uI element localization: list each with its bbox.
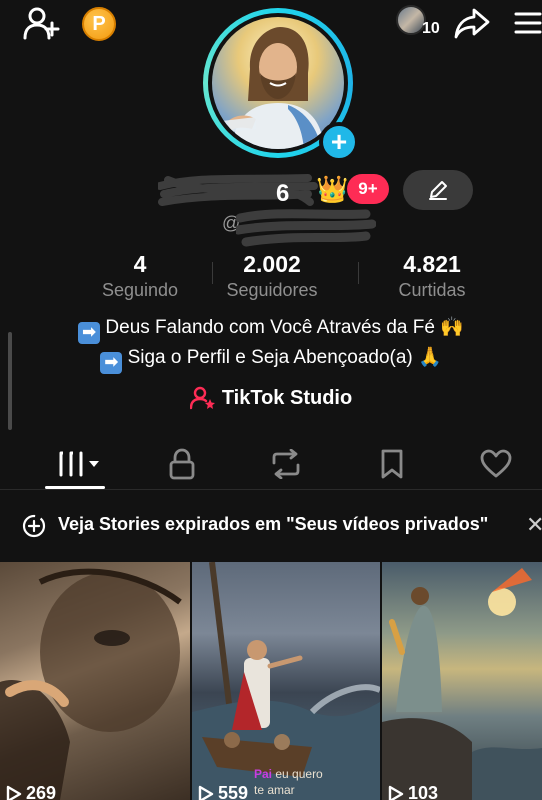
- bio-text-1: Deus Falando com Você Através da Fé 🙌: [105, 317, 464, 338]
- pencil-icon: [429, 181, 447, 200]
- add-story-button[interactable]: +: [319, 122, 359, 162]
- followers-count: 2.002: [243, 251, 301, 277]
- bio-line-1: ➡ Deus Falando com Você Através da Fé 🙌: [0, 314, 542, 344]
- heart-icon: [480, 449, 512, 478]
- likes-stat[interactable]: 4.821 Curtidas: [352, 250, 512, 302]
- video-thumbnail[interactable]: Pai eu quero te amar 559: [192, 562, 380, 800]
- bio-text-2: Siga o Perfil e Seja Abençoado(a) 🙏: [127, 347, 442, 368]
- tab-private[interactable]: [162, 444, 202, 484]
- play-icon: [388, 785, 404, 800]
- arrow-icon: ➡: [78, 322, 101, 344]
- bookmark-icon: [381, 449, 403, 479]
- banner-text: Veja Stories expirados em "Seus vídeos p…: [58, 514, 489, 534]
- video-thumbnail[interactable]: 103: [382, 562, 542, 800]
- notification-badge[interactable]: 9+: [347, 174, 389, 204]
- tab-videos[interactable]: [52, 444, 104, 484]
- video-grid: 269 Pai eu quero te amar 559 103: [0, 562, 542, 800]
- active-tab-indicator: [45, 486, 105, 489]
- crown-icon: 👑: [316, 174, 349, 204]
- profile-tabs: [0, 436, 542, 490]
- stories-plus-icon: [22, 514, 46, 538]
- view-count: 269: [6, 783, 56, 800]
- studio-icon: [189, 386, 215, 410]
- scrollbar[interactable]: [8, 332, 12, 430]
- grid-icon: [59, 451, 99, 477]
- studio-label: TikTok Studio: [221, 386, 353, 409]
- arrow-icon: ➡: [100, 352, 123, 374]
- bio: ➡ Deus Falando com Você Através da Fé 🙌 …: [0, 314, 542, 374]
- lock-icon: [169, 448, 195, 480]
- menu-icon[interactable]: [514, 8, 542, 38]
- play-icon: [6, 785, 22, 800]
- story-count: 10: [422, 20, 440, 37]
- redacted-name: 6: [158, 174, 318, 207]
- bio-line-2: ➡ Siga o Perfil e Seja Abençoado(a) 🙏: [0, 344, 542, 374]
- play-icon: [198, 785, 214, 800]
- add-friend-icon[interactable]: [22, 6, 60, 40]
- video-image: [192, 562, 380, 800]
- edit-profile-button[interactable]: [403, 170, 473, 210]
- likes-label: Curtidas: [398, 280, 466, 300]
- tab-liked[interactable]: [476, 444, 516, 484]
- tab-reposts[interactable]: [266, 444, 306, 484]
- redacted-username: [236, 209, 376, 247]
- repost-icon: [272, 449, 300, 479]
- followers-stat[interactable]: 2.002 Seguidores: [192, 250, 352, 302]
- coin-icon[interactable]: P: [82, 7, 116, 41]
- close-icon[interactable]: ✕: [526, 512, 542, 538]
- stats-row: 4 Seguindo 2.002 Seguidores 4.821 Curtid…: [0, 250, 542, 304]
- tab-saved[interactable]: [372, 444, 412, 484]
- video-image: [0, 568, 182, 800]
- likes-count: 4.821: [403, 251, 461, 277]
- tiktok-studio-link[interactable]: TikTok Studio: [0, 386, 542, 410]
- svg-text:6: 6: [276, 180, 289, 207]
- followers-label: Seguidores: [226, 280, 318, 300]
- video-image: [382, 568, 542, 800]
- stories-banner[interactable]: Veja Stories expirados em "Seus vídeos p…: [0, 490, 542, 560]
- view-count: 559: [198, 783, 248, 800]
- view-count: 103: [388, 783, 438, 800]
- share-icon[interactable]: [454, 6, 490, 40]
- video-thumbnail[interactable]: 269: [0, 562, 190, 800]
- video-caption: Pai eu quero te amar: [254, 767, 323, 797]
